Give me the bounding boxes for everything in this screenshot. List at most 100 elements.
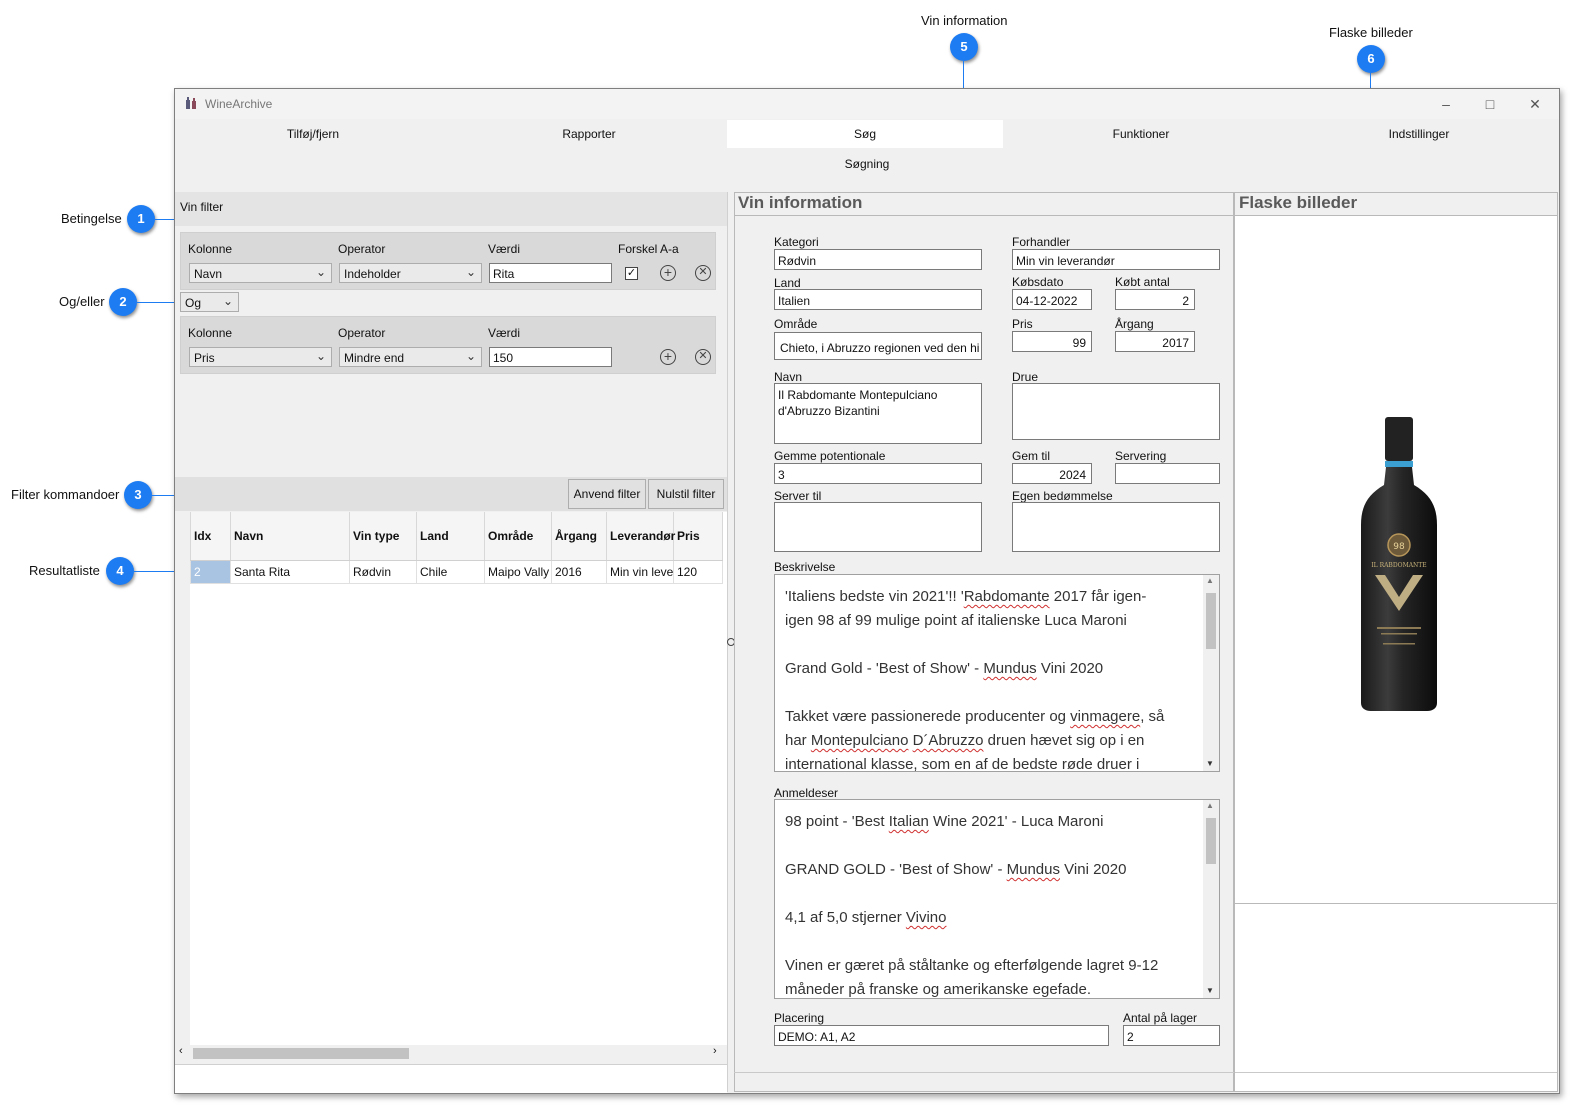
vaerdi-input[interactable]: 150 [489, 347, 612, 367]
case-sensitive-checkbox[interactable]: ✓ [625, 267, 638, 280]
title-bar: WineArchive – □ ✕ [175, 89, 1559, 119]
gemme-potentionale-label: Gemme potentionale [774, 449, 886, 463]
kategori-label: Kategori [774, 235, 819, 249]
placering-field[interactable]: DEMO: A1, A2 [774, 1025, 1109, 1046]
scroll-down-icon[interactable]: ▼ [1206, 986, 1214, 995]
apply-filter-button[interactable]: Anvend filter [568, 479, 646, 509]
scroll-up-icon[interactable]: ▲ [1206, 576, 1214, 585]
table-cell[interactable]: Maipo Vally [485, 561, 552, 583]
kobt-antal-label: Købt antal [1115, 275, 1170, 289]
pris-field[interactable]: 99 [1012, 331, 1092, 352]
omrade-label: Område [774, 317, 818, 331]
kolonne-dropdown[interactable]: Navn ⌄ [189, 263, 332, 283]
callout-line [137, 302, 179, 303]
tab-funktioner[interactable]: Funktioner [1003, 120, 1280, 148]
vaerdi-input[interactable]: Rita [489, 263, 612, 283]
kobt-antal-field[interactable]: 2 [1115, 289, 1195, 310]
navn-field[interactable]: Il Rabdomante Montepulciano d'Abruzzo Bi… [774, 383, 982, 444]
scroll-up-icon[interactable]: ▲ [1206, 801, 1214, 810]
add-condition-icon[interactable]: + [660, 265, 676, 281]
callout-number: 1 [127, 205, 155, 233]
table-row[interactable]: 2 Santa Rita Rødvin Chile Maipo Vally 20… [175, 561, 723, 584]
land-label: Land [774, 276, 801, 290]
text-line: måneder på franske og amerikanske egefad… [785, 981, 1092, 998]
beskrivelse-textbox[interactable]: 'Italiens bedste vin 2021'!! 'Rabdomante… [774, 574, 1220, 772]
tab-indstillinger[interactable]: Indstillinger [1279, 120, 1559, 148]
servering-field[interactable] [1115, 463, 1220, 484]
kategori-field[interactable]: Rødvin [774, 249, 982, 270]
table-cell[interactable]: 2 [191, 561, 231, 583]
vaerdi-label: Værdi [488, 242, 521, 256]
kolonne-dropdown[interactable]: Pris ⌄ [189, 347, 332, 367]
omrade-field[interactable]: Chieto, i Abruzzo regionen ved den hi [774, 332, 982, 360]
vertical-scrollbar[interactable]: ▲ ▼ [1203, 575, 1219, 771]
column-header-leverandor[interactable]: Leverandør [607, 512, 675, 560]
navn-label: Navn [774, 370, 803, 384]
callout-label: Flaske billeder [1329, 25, 1413, 40]
main-tabs: Tilføj/fjern Rapporter Søg Funktioner In… [175, 120, 1559, 148]
column-header-pris[interactable]: Pris [674, 512, 723, 560]
horizontal-scrollbar[interactable]: ‹ › [175, 1045, 727, 1062]
scroll-left-icon[interactable]: ‹ [179, 1045, 183, 1057]
column-header-land[interactable]: Land [417, 512, 485, 560]
gemme-potentionale-field[interactable]: 3 [774, 463, 982, 484]
table-cell[interactable]: 120 [674, 561, 723, 583]
scroll-right-icon[interactable]: › [713, 1045, 717, 1057]
tab-sog[interactable]: Søg [727, 120, 1004, 148]
tab-tilfoj-fjern[interactable]: Tilføj/fjern [175, 120, 452, 148]
callout-label: Filter kommandoer [11, 487, 120, 502]
chevron-down-icon: ⌄ [315, 349, 326, 363]
vin-filter-header: Vin filter [175, 192, 727, 226]
og-eller-dropdown[interactable]: Og ⌄ [180, 292, 239, 312]
scrollbar-thumb[interactable] [193, 1048, 409, 1059]
operator-dropdown[interactable]: Indeholder ⌄ [339, 263, 482, 283]
minimize-icon[interactable]: – [1436, 95, 1456, 113]
server-til-label: Server til [774, 489, 822, 503]
antal-pa-lager-field[interactable]: 2 [1123, 1025, 1220, 1046]
kobsdato-field[interactable]: 04-12-2022 [1012, 289, 1092, 310]
vertical-scrollbar[interactable]: ▲ ▼ [1203, 800, 1219, 998]
tab-sogning[interactable]: Søgning [175, 157, 1559, 171]
anmeldelser-textbox[interactable]: 98 point - 'Best Italian Wine 2021' - Lu… [774, 799, 1220, 999]
argang-field[interactable]: 2017 [1115, 331, 1195, 352]
maximize-icon[interactable]: □ [1480, 95, 1500, 113]
operator-dropdown[interactable]: Mindre end ⌄ [339, 347, 482, 367]
table-cell[interactable]: 2016 [552, 561, 607, 583]
gem-til-field[interactable]: 2024 [1012, 463, 1092, 484]
table-cell[interactable]: Rødvin [350, 561, 417, 583]
table-cell[interactable]: Santa Rita [231, 561, 350, 583]
chevron-down-icon: ⌄ [465, 349, 476, 363]
scrollbar-thumb[interactable] [1206, 818, 1216, 864]
egen-bedommelse-field[interactable] [1012, 502, 1220, 552]
row-header-column [175, 512, 190, 1046]
column-header-vin-type[interactable]: Vin type [350, 512, 417, 560]
table-cell[interactable]: Min vin leve [607, 561, 674, 583]
panel-footer-divider [734, 1072, 1234, 1073]
kobsdato-label: Købsdato [1012, 275, 1064, 289]
text-line: international klasse, som en af de bedst… [785, 756, 1140, 772]
kolonne-label: Kolonne [188, 326, 233, 340]
column-header-omrade[interactable]: Område [485, 512, 552, 560]
reset-filter-button[interactable]: Nulstil filter [648, 479, 724, 509]
server-til-field[interactable] [774, 502, 982, 552]
close-icon[interactable]: ✕ [1525, 95, 1545, 113]
table-cell[interactable]: Chile [417, 561, 485, 583]
callout-number: 2 [109, 288, 137, 316]
tab-rapporter[interactable]: Rapporter [451, 120, 728, 148]
remove-condition-icon[interactable]: ✕ [695, 265, 711, 281]
add-condition-icon[interactable]: + [660, 349, 676, 365]
column-header-navn[interactable]: Navn [231, 512, 350, 560]
forhandler-label: Forhandler [1012, 235, 1071, 249]
remove-condition-icon[interactable]: ✕ [695, 349, 711, 365]
chevron-down-icon: ⌄ [222, 294, 233, 308]
pris-label: Pris [1012, 317, 1033, 331]
section-divider [734, 215, 1234, 216]
column-header-idx[interactable]: Idx [191, 512, 231, 560]
drue-field[interactable] [1012, 383, 1220, 440]
vaerdi-label: Værdi [488, 326, 521, 340]
column-header-argang[interactable]: Årgang [552, 512, 607, 560]
scroll-down-icon[interactable]: ▼ [1206, 759, 1214, 768]
land-field[interactable]: Italien [774, 289, 982, 310]
scrollbar-thumb[interactable] [1206, 593, 1216, 649]
forhandler-field[interactable]: Min vin leverandør [1012, 249, 1220, 270]
